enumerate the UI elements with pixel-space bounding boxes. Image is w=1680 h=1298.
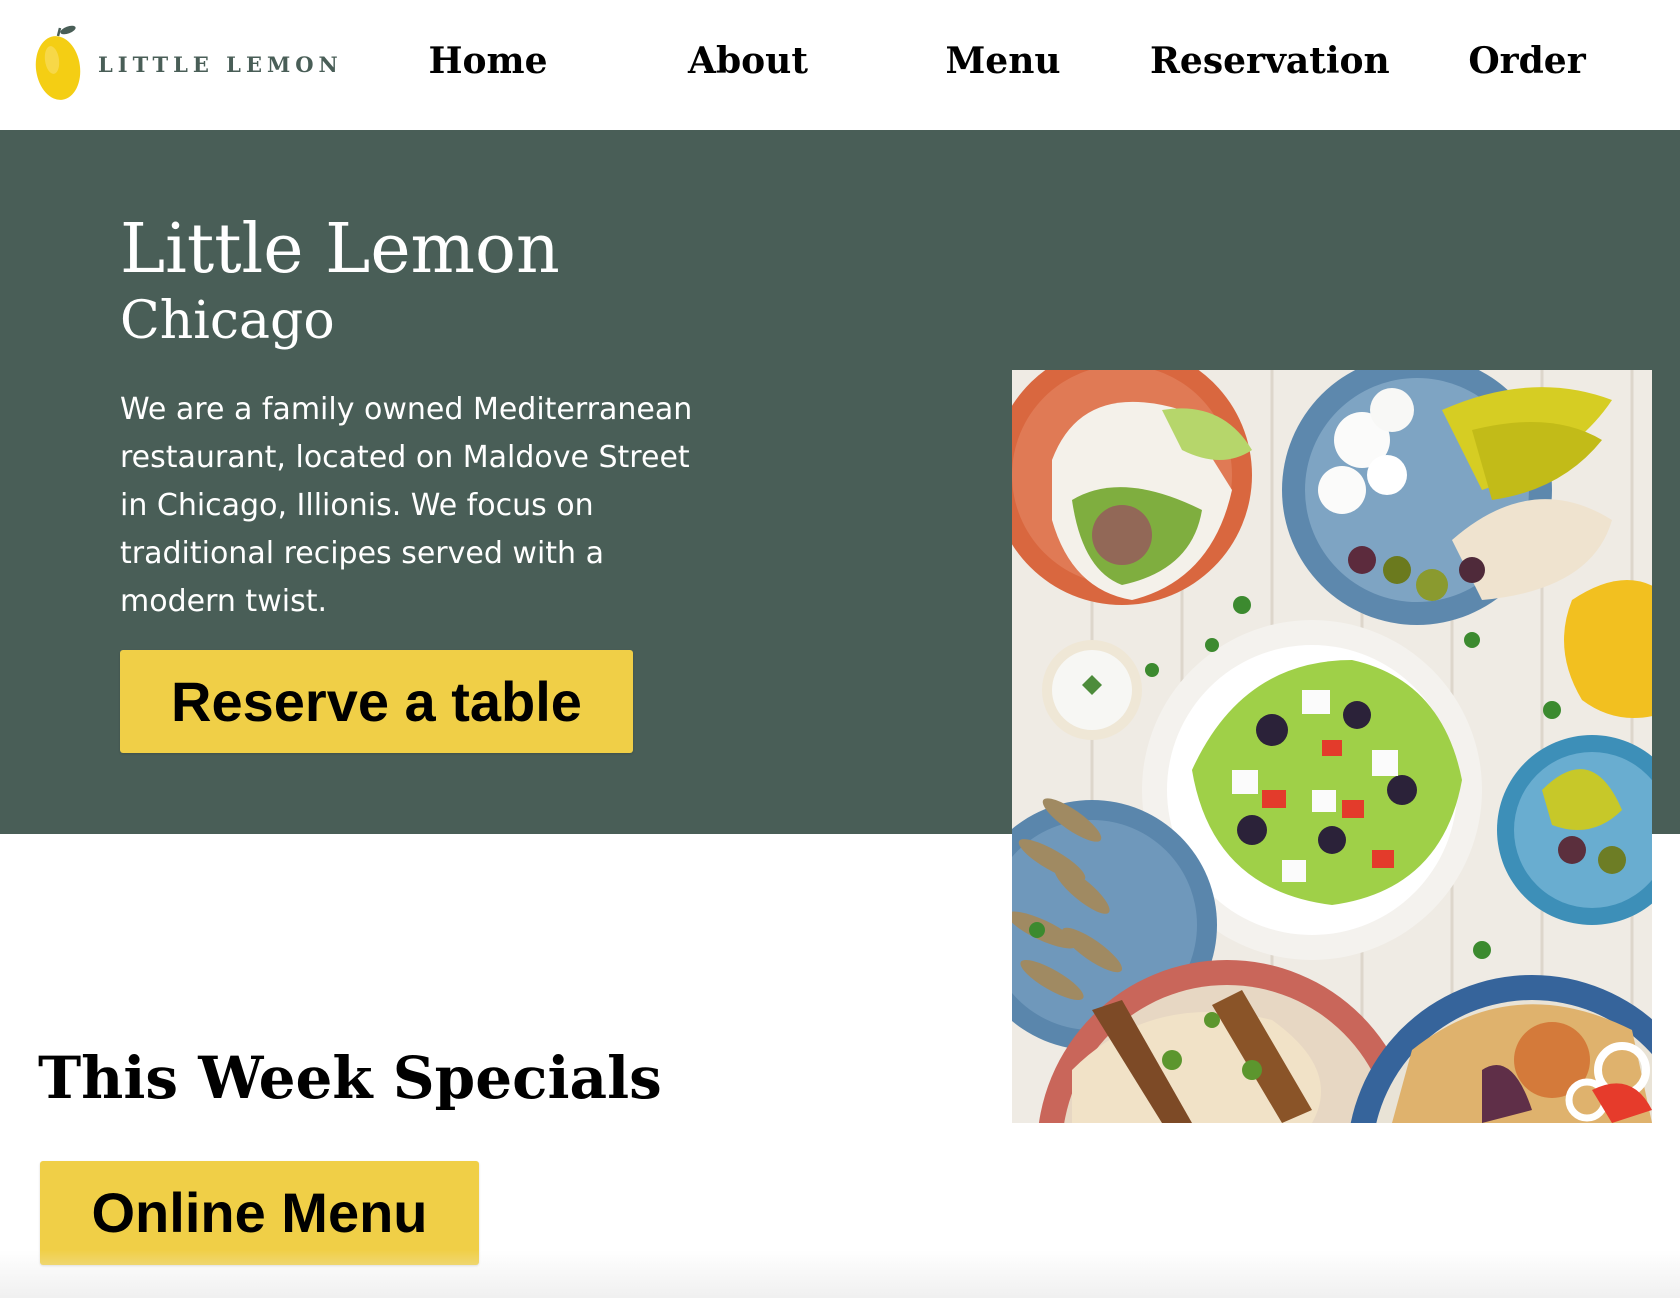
hero-description: We are a family owned Mediterranean rest… xyxy=(120,392,693,619)
bottom-fade xyxy=(0,1250,1680,1298)
main-nav: Home About Menu Reservation Order xyxy=(0,0,1680,130)
hero-subtitle: Chicago xyxy=(120,291,335,351)
nav-menu[interactable]: Menu xyxy=(933,36,1073,86)
nav-order[interactable]: Order xyxy=(1452,36,1602,86)
nav-about[interactable]: About xyxy=(668,36,828,86)
hero-title: Little Lemon xyxy=(120,210,560,289)
nav-home[interactable]: Home xyxy=(408,36,568,86)
nav-reservation[interactable]: Reservation xyxy=(1150,36,1390,86)
site-header: LITTLE LEMON Home About Menu Reservation… xyxy=(0,0,1680,130)
reserve-table-button[interactable]: Reserve a table xyxy=(120,650,633,753)
hero-food-image xyxy=(1012,370,1652,1123)
specials-title: This Week Specials xyxy=(38,1044,662,1112)
